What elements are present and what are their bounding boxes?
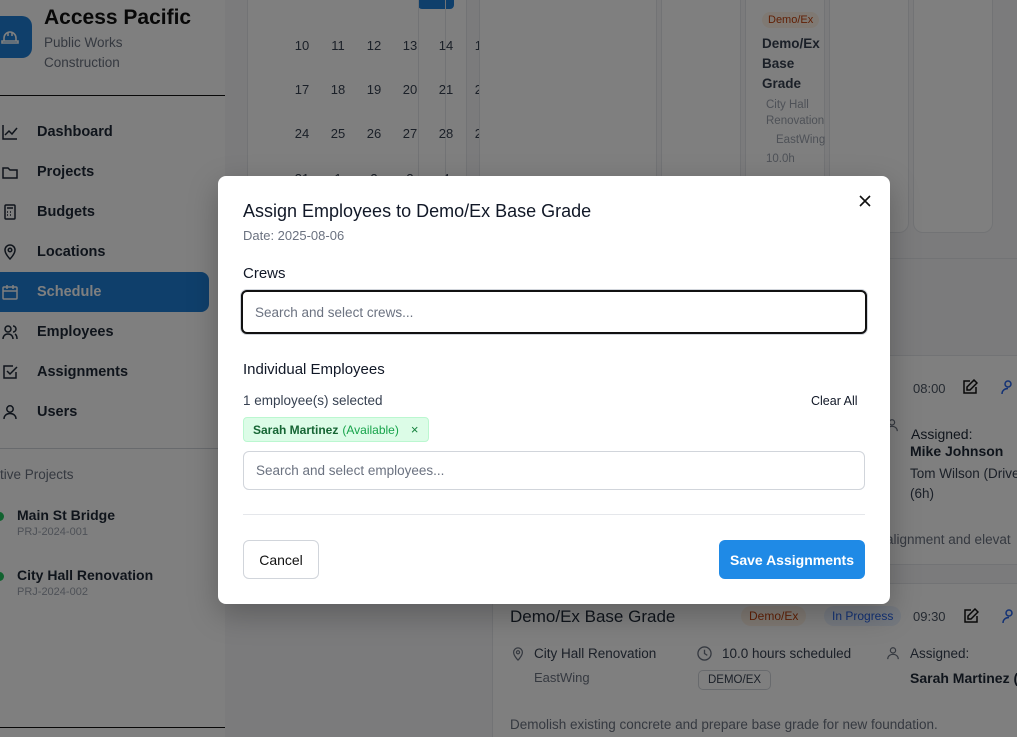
individual-employees-label: Individual Employees [243,361,385,378]
assign-employees-dialog: Assign Employees to Demo/Ex Base Grade D… [218,176,890,604]
employees-search-input[interactable] [243,451,865,490]
cancel-button[interactable]: Cancel [243,540,319,579]
clear-all-button[interactable]: Clear All [811,394,858,408]
save-assignments-button[interactable]: Save Assignments [719,540,865,579]
modal-title: Assign Employees to Demo/Ex Base Grade [243,201,592,221]
crews-label: Crews [243,265,286,282]
selected-count: 1 employee(s) selected [243,393,383,408]
close-icon[interactable] [856,192,874,210]
crews-search-input[interactable] [241,290,867,334]
chip-availability: (Available) [342,422,399,437]
chip-remove-icon[interactable]: × [411,422,419,437]
selected-employee-chip: Sarah Martinez (Available) × [243,417,430,442]
chip-employee-name: Sarah Martinez [253,422,339,437]
modal-divider [243,514,865,515]
modal-date: Date: 2025-08-06 [243,228,345,243]
